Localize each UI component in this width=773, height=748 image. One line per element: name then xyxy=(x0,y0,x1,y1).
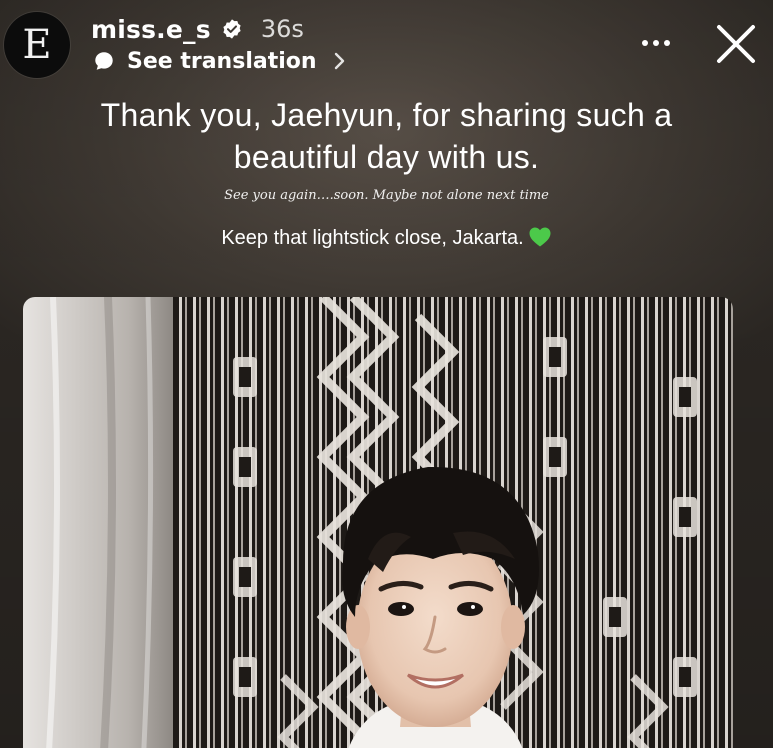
caption-third-text: Keep that lightstick close, Jakarta. xyxy=(221,227,524,249)
more-options-icon[interactable] xyxy=(632,28,680,58)
see-translation-label: See translation xyxy=(127,48,317,74)
photo-illustration xyxy=(23,297,733,748)
verified-badge-icon xyxy=(223,19,241,39)
post-photo[interactable] xyxy=(23,297,733,748)
caption-main-text: Thank you, Jaehyun, for sharing such a b… xyxy=(100,97,673,175)
username-row: miss.e_s 36s xyxy=(91,12,304,46)
post-timestamp: 36s xyxy=(260,15,304,43)
more-dot xyxy=(653,40,659,46)
green-heart-icon xyxy=(529,227,551,247)
caption-sub-text: See you again….soon. Maybe not alone nex… xyxy=(224,188,549,203)
chevron-right-icon xyxy=(334,52,344,70)
avatar-logo-letter: E xyxy=(22,22,52,68)
more-dot xyxy=(642,40,648,46)
more-dot xyxy=(664,40,670,46)
story-viewer: E miss.e_s 36s See translation Thank you… xyxy=(0,0,773,748)
username[interactable]: miss.e_s xyxy=(91,15,211,44)
speech-bubble-icon xyxy=(95,52,113,70)
caption-third-line: Keep that lightstick close, Jakarta. xyxy=(40,225,733,251)
close-icon[interactable] xyxy=(712,20,760,68)
see-translation-button[interactable]: See translation xyxy=(93,46,347,76)
profile-avatar[interactable]: E xyxy=(4,12,70,78)
